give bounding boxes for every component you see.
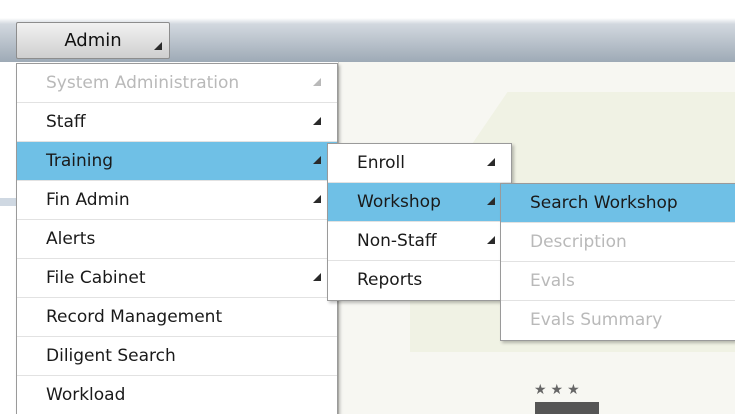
menu-item-non-staff[interactable]: Non-Staff	[328, 222, 511, 261]
menu-item-reports[interactable]: Reports	[328, 261, 511, 300]
submenu-arrow-icon	[487, 236, 495, 244]
background-strip	[0, 198, 16, 206]
menu-item-alerts[interactable]: Alerts	[17, 220, 337, 259]
menu-item-staff[interactable]: Staff	[17, 103, 337, 142]
menu-item-workshop[interactable]: Workshop	[328, 183, 511, 222]
menu-item-description[interactable]: Description	[501, 223, 735, 262]
admin-menu-label: Admin	[64, 30, 122, 51]
menu-item-file-cabinet[interactable]: File Cabinet	[17, 259, 337, 298]
submenu-arrow-icon	[487, 197, 495, 205]
menu-item-diligent-search[interactable]: Diligent Search	[17, 337, 337, 376]
submenu-arrow-icon	[313, 156, 321, 164]
submenu-arrow-icon	[313, 117, 321, 125]
submenu-arrow-icon	[313, 78, 321, 86]
submenu-arrow-icon	[487, 158, 495, 166]
menu-item-enroll[interactable]: Enroll	[328, 144, 511, 183]
menu-item-fin-admin[interactable]: Fin Admin	[17, 181, 337, 220]
menu-item-workload[interactable]: Workload	[17, 376, 337, 414]
background-block	[535, 402, 599, 414]
admin-menu: System Administration Staff Training Fin…	[16, 63, 338, 414]
submenu-arrow-icon	[313, 273, 321, 281]
menu-item-record-management[interactable]: Record Management	[17, 298, 337, 337]
menu-item-system-administration[interactable]: System Administration	[17, 64, 337, 103]
training-submenu: Enroll Workshop Non-Staff Reports	[327, 143, 512, 301]
dropdown-arrow-icon	[154, 42, 162, 50]
workshop-submenu: Search Workshop Description Evals Evals …	[500, 183, 735, 341]
menu-item-evals[interactable]: Evals	[501, 262, 735, 301]
menu-item-training[interactable]: Training	[17, 142, 337, 181]
stars-icon: ★★★	[534, 382, 584, 398]
admin-menu-button[interactable]: Admin	[16, 22, 170, 59]
menu-item-search-workshop[interactable]: Search Workshop	[501, 184, 735, 223]
menu-item-evals-summary[interactable]: Evals Summary	[501, 301, 735, 340]
submenu-arrow-icon	[313, 195, 321, 203]
